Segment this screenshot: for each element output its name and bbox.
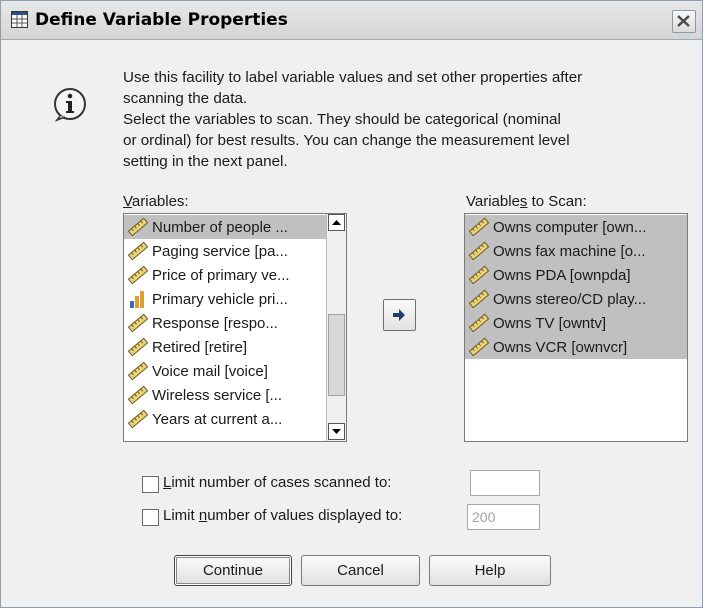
scroll-down-button[interactable]: [328, 423, 345, 440]
list-item-label: Price of primary ve...: [152, 266, 290, 284]
instructions-text: Use this facility to label variable valu…: [123, 67, 693, 172]
cancel-button[interactable]: Cancel: [301, 555, 420, 586]
scale-ruler-icon: [127, 217, 149, 237]
variable-list-item[interactable]: Number of people ...: [124, 215, 326, 239]
up-arrow-icon: [332, 220, 341, 225]
list-item-label: Owns computer [own...: [493, 218, 647, 236]
scale-ruler-icon: [127, 409, 149, 429]
scale-ruler-icon: [127, 241, 149, 261]
list-item-label: Owns VCR [ownvcr]: [493, 338, 628, 356]
instructions-line: scanning the data.: [123, 90, 248, 107]
scale-ruler-icon: [468, 241, 490, 261]
title-bar[interactable]: Define Variable Properties: [1, 1, 702, 40]
help-button[interactable]: Help: [429, 555, 551, 586]
limit-cases-input[interactable]: [470, 470, 540, 496]
list-item-label: Paging service [pa...: [152, 242, 288, 260]
limit-values-text: umber of values displayed to:: [207, 507, 403, 524]
variable-list-item[interactable]: Paging service [pa...: [124, 239, 326, 263]
scroll-thumb[interactable]: [328, 314, 345, 396]
close-button[interactable]: [672, 10, 696, 33]
scan-label-text-end: to Scan:: [527, 193, 587, 210]
variables-to-scan-list[interactable]: Owns computer [own... Owns fax machine [o…: [464, 213, 688, 442]
variables-scrollbar[interactable]: [326, 214, 346, 441]
scale-ruler-icon: [468, 217, 490, 237]
variable-list-item[interactable]: Voice mail [voice]: [124, 359, 326, 383]
scale-ruler-icon: [468, 289, 490, 309]
scale-ruler-icon: [127, 385, 149, 405]
scale-ruler-icon: [127, 337, 149, 357]
list-item-label: Retired [retire]: [152, 338, 248, 356]
scan-list-item[interactable]: Owns VCR [ownvcr]: [465, 335, 687, 359]
scan-list-item[interactable]: Owns PDA [ownpda]: [465, 263, 687, 287]
scale-ruler-icon: [468, 313, 490, 333]
spss-window-icon: [11, 11, 28, 28]
variables-label-text: ariables:: [131, 193, 189, 210]
right-arrow-icon: [393, 309, 405, 321]
scan-list-item[interactable]: Owns fax machine [o...: [465, 239, 687, 263]
list-item-label: Primary vehicle pri...: [152, 290, 288, 308]
scan-list-item[interactable]: Owns computer [own...: [465, 215, 687, 239]
limit-cases-checkbox[interactable]: [142, 476, 159, 493]
limit-values-input[interactable]: 200: [467, 504, 540, 530]
list-item-label: Number of people ...: [152, 218, 288, 236]
list-item-label: Response [respo...: [152, 314, 278, 332]
list-item-label: Owns TV [owntv]: [493, 314, 607, 332]
scan-list-item[interactable]: Owns TV [owntv]: [465, 311, 687, 335]
list-item-label: Years at current a...: [152, 410, 283, 428]
limit-values-mnemonic: n: [198, 507, 208, 524]
instructions-line: or ordinal) for best results. You can ch…: [123, 132, 570, 149]
variable-list-item[interactable]: Primary vehicle pri...: [124, 287, 326, 311]
variable-list-item[interactable]: Price of primary ve...: [124, 263, 326, 287]
variables-label: Variables:: [123, 193, 189, 210]
scale-ruler-icon: [127, 265, 149, 285]
down-arrow-icon: [332, 429, 341, 434]
limit-cases-label[interactable]: Limit number of cases scanned to:: [163, 474, 391, 491]
limit-values-text-start: Limit: [163, 507, 199, 524]
list-item-label: Wireless service [...: [152, 386, 283, 404]
scan-list-item[interactable]: Owns stereo/CD play...: [465, 287, 687, 311]
list-item-label: Owns fax machine [o...: [493, 242, 646, 260]
window-title: Define Variable Properties: [35, 10, 288, 30]
variable-list-item[interactable]: Response [respo...: [124, 311, 326, 335]
limit-values-checkbox[interactable]: [142, 509, 159, 526]
move-to-scan-button[interactable]: [383, 299, 416, 331]
scale-ruler-icon: [127, 361, 149, 381]
variables-list[interactable]: Number of people ... Paging service [pa..…: [123, 213, 347, 442]
list-item-label: Owns stereo/CD play...: [493, 290, 647, 308]
ordinal-bars-icon: [127, 289, 149, 309]
limit-cases-text: imit number of cases scanned to:: [171, 474, 392, 491]
scale-ruler-icon: [468, 337, 490, 357]
scale-ruler-icon: [468, 265, 490, 285]
scroll-up-button[interactable]: [328, 214, 345, 231]
variable-list-item[interactable]: Retired [retire]: [124, 335, 326, 359]
list-item-label: Owns PDA [ownpda]: [493, 266, 631, 284]
scan-label-text: Variable: [466, 193, 520, 210]
scale-ruler-icon: [127, 313, 149, 333]
variables-label-mnemonic: V: [123, 193, 132, 210]
continue-button[interactable]: Continue: [174, 555, 292, 586]
limit-values-label[interactable]: Limit number of values displayed to:: [163, 507, 402, 524]
info-icon: [54, 88, 86, 122]
list-item-label: Voice mail [voice]: [152, 362, 268, 380]
instructions-line: setting in the next panel.: [123, 153, 288, 170]
variable-list-item[interactable]: Wireless service [...: [124, 383, 326, 407]
instructions-line: Select the variables to scan. They shoul…: [123, 111, 561, 128]
instructions-line: Use this facility to label variable valu…: [123, 69, 583, 86]
variable-list-item[interactable]: Years at current a...: [124, 407, 326, 431]
variables-to-scan-label: Variables to Scan:: [466, 193, 587, 210]
close-icon: [677, 15, 690, 27]
